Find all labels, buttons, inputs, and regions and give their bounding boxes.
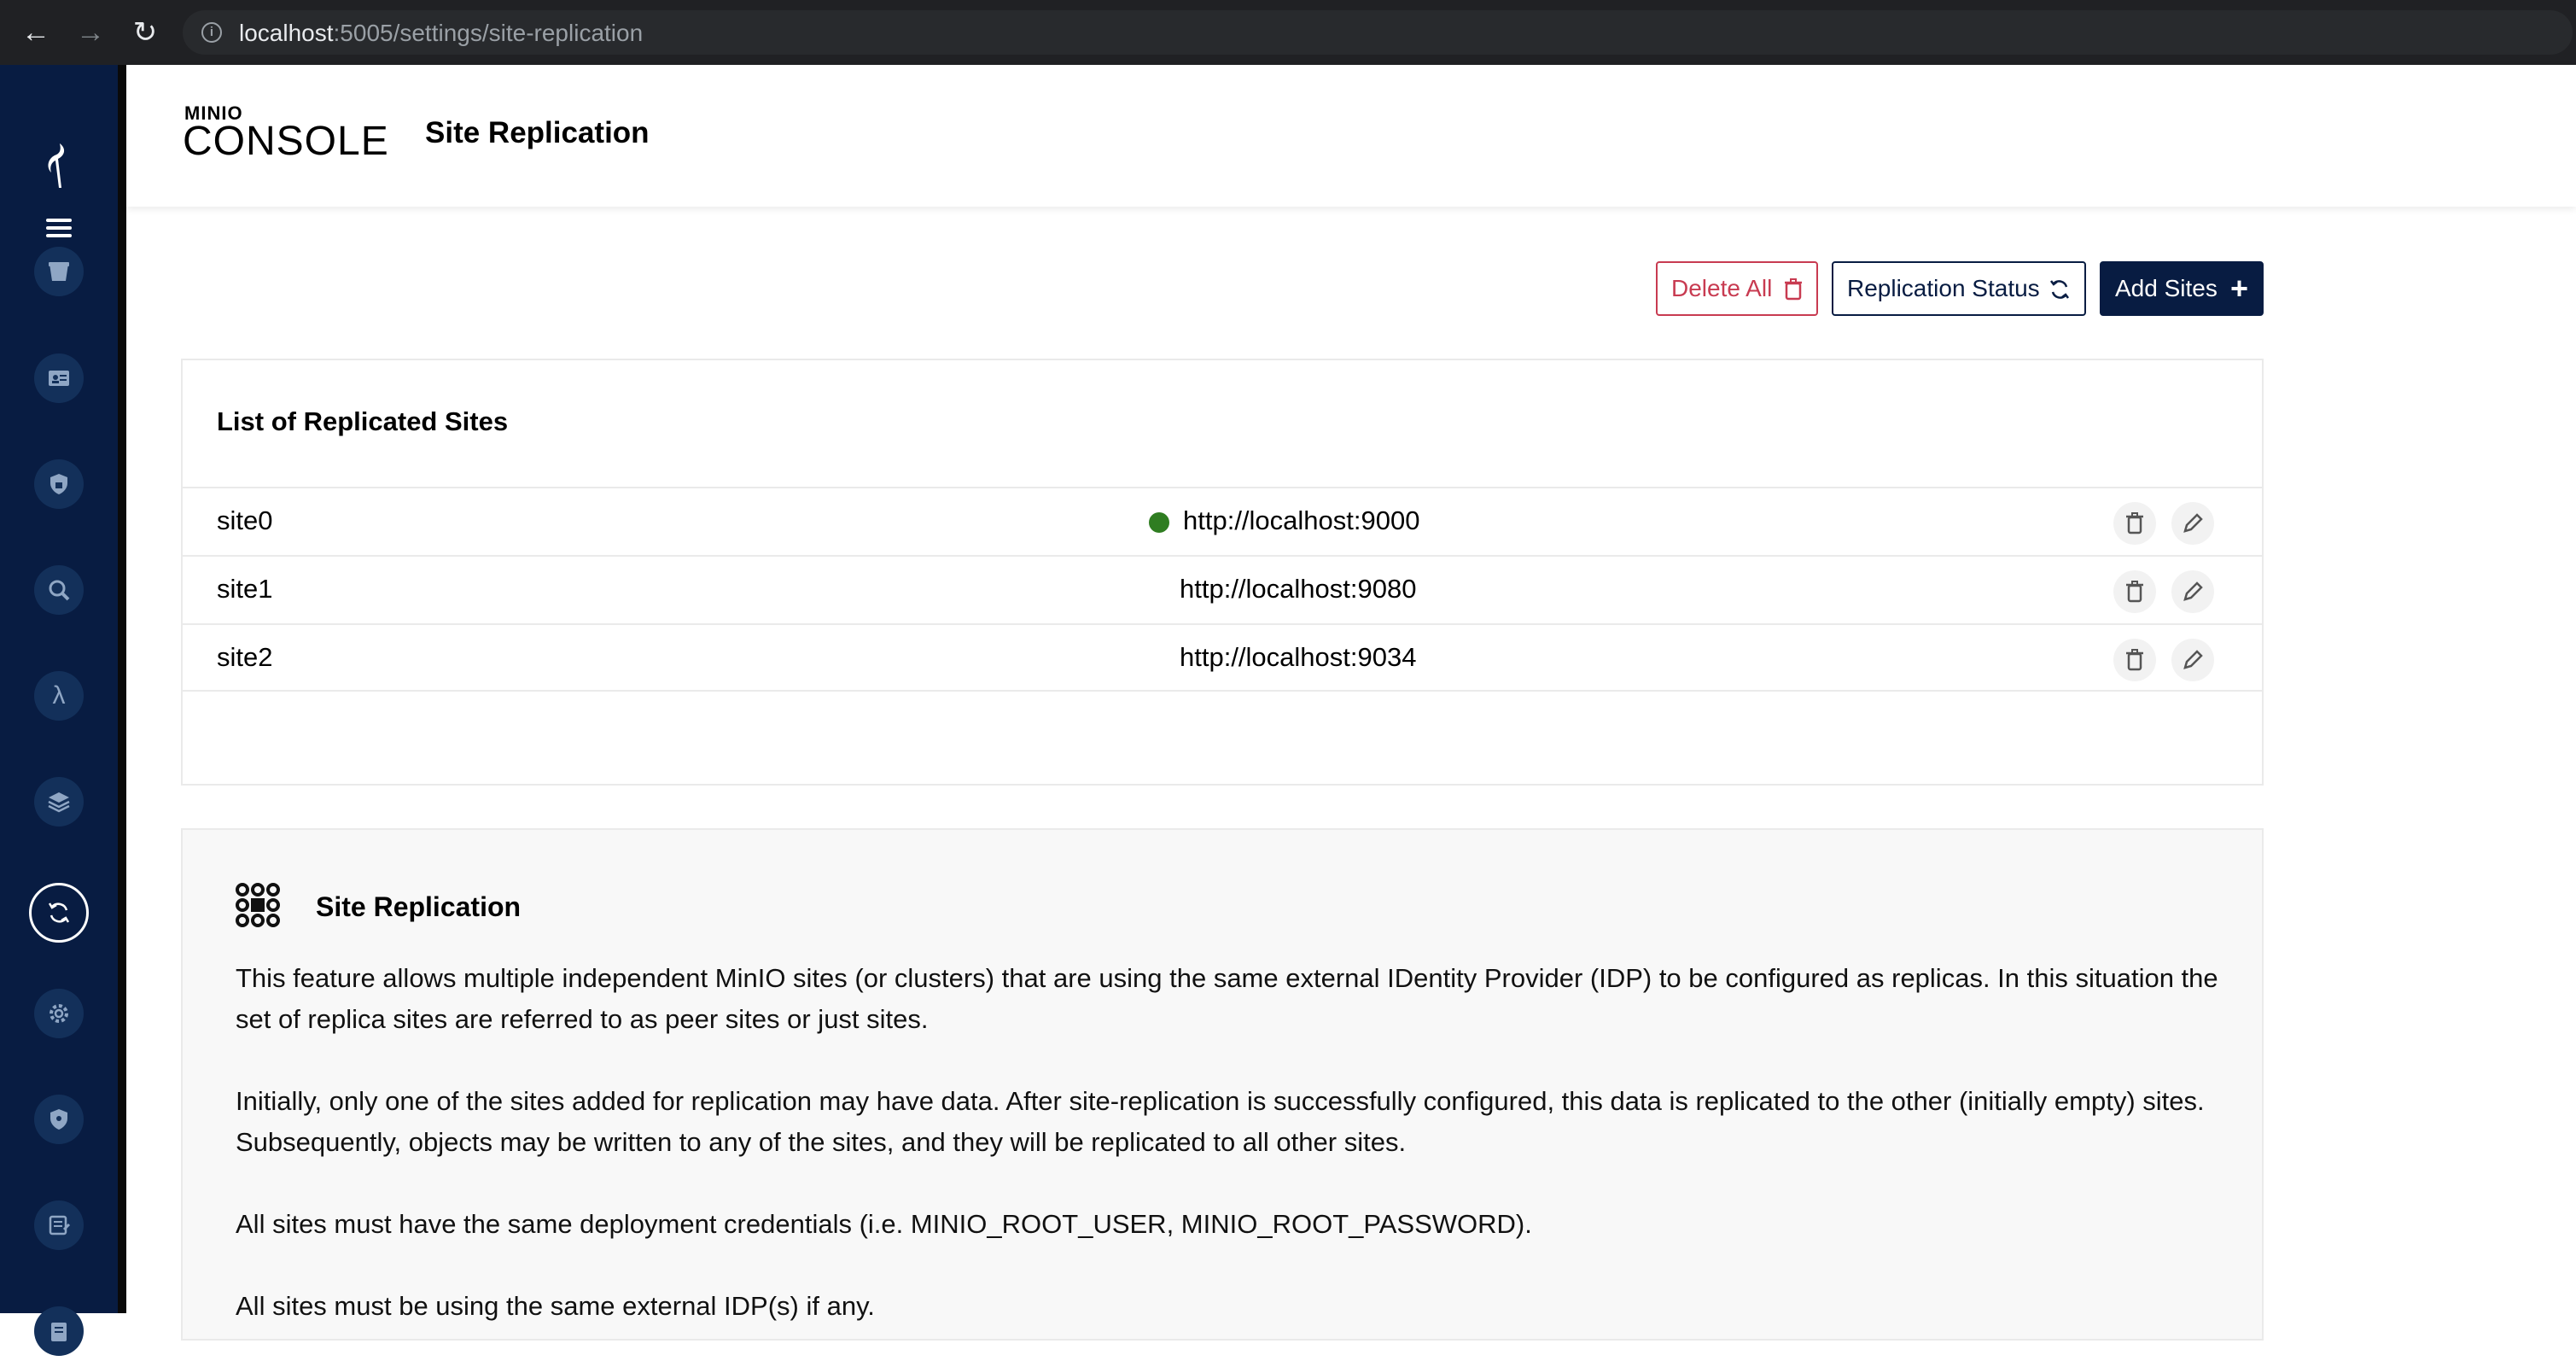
trash-icon: [2126, 581, 2143, 603]
site-endpoint: http://localhost:9000: [1183, 505, 1420, 535]
replication-status-label: Replication Status: [1847, 275, 2040, 301]
help-title: Site Replication: [316, 891, 522, 922]
trash-icon: [2126, 512, 2143, 534]
delete-site-button[interactable]: [2113, 570, 2156, 613]
monitoring-icon[interactable]: [34, 565, 84, 615]
pencil-icon: [2183, 581, 2203, 601]
security-icon[interactable]: [34, 1095, 84, 1144]
replicated-sites-list: List of Replicated Sites site0 http://lo…: [181, 359, 2264, 786]
help-paragraph: This feature allows multiple independent…: [236, 963, 2218, 1034]
page-title: Site Replication: [425, 116, 650, 149]
delete-all-label: Delete All: [1671, 275, 1773, 301]
trash-icon: [1784, 263, 1803, 318]
edit-site-button[interactable]: [2171, 502, 2214, 545]
menu-toggle-icon[interactable]: [46, 219, 72, 239]
trash-icon: [2126, 649, 2143, 671]
edit-site-button[interactable]: [2171, 570, 2214, 613]
add-sites-button[interactable]: Add Sites +: [2100, 261, 2264, 316]
refresh-icon: [2049, 263, 2071, 318]
delete-all-button[interactable]: Delete All: [1656, 261, 1818, 316]
edit-site-button[interactable]: [2171, 639, 2214, 681]
table-row[interactable]: site2 http://localhost:9034: [183, 623, 2262, 692]
table-row[interactable]: site0 http://localhost:9000: [183, 487, 2262, 555]
settings-icon[interactable]: [34, 989, 84, 1038]
back-arrow-icon[interactable]: ←: [19, 15, 53, 50]
delete-site-button[interactable]: [2113, 639, 2156, 681]
replication-logo-icon: [236, 883, 280, 927]
page-header: MINIO CONSOLE Site Replication: [126, 65, 2576, 207]
brand-logo: CONSOLE: [183, 119, 389, 164]
tiers-icon[interactable]: [34, 777, 84, 827]
pencil-icon: [2183, 650, 2203, 669]
sidebar-border: [118, 65, 126, 1313]
site-name: site2: [217, 642, 273, 672]
address-bar[interactable]: i localhost:5005/settings/site-replicati…: [183, 10, 2573, 55]
add-sites-label: Add Sites: [2115, 275, 2218, 301]
info-icon[interactable]: i: [201, 22, 222, 43]
identity-icon[interactable]: [34, 353, 84, 403]
bucket-icon[interactable]: [34, 247, 84, 296]
replication-status-button[interactable]: Replication Status: [1832, 261, 2086, 316]
table-row[interactable]: site1 http://localhost:9080: [183, 555, 2262, 623]
help-paragraph: All sites must be using the same externa…: [236, 1291, 875, 1321]
browser-toolbar: ← → ↻ i localhost:5005/settings/site-rep…: [0, 0, 2576, 65]
url-text[interactable]: localhost:5005/settings/site-replication: [239, 20, 643, 47]
forward-arrow-icon[interactable]: →: [73, 15, 108, 50]
site-name: site1: [217, 574, 273, 604]
site-endpoint: http://localhost:9080: [1180, 574, 1417, 604]
help-panel: Site Replication This feature allows mul…: [181, 828, 2264, 1341]
site-name: site0: [217, 505, 273, 535]
policy-icon[interactable]: [34, 459, 84, 509]
pencil-icon: [2183, 513, 2203, 533]
list-title: List of Replicated Sites: [217, 406, 509, 436]
documentation-icon[interactable]: [34, 1306, 84, 1356]
lambda-icon[interactable]: λ: [34, 671, 84, 721]
site-endpoint: http://localhost:9034: [1180, 642, 1417, 672]
site-replication-icon[interactable]: [29, 883, 89, 943]
logs-icon[interactable]: [34, 1200, 84, 1250]
help-paragraph: Initially, only one of the sites added f…: [236, 1086, 2205, 1157]
sidebar: λ: [0, 65, 118, 1356]
reload-icon[interactable]: ↻: [128, 15, 162, 50]
minio-logo-icon[interactable]: [43, 142, 75, 190]
plus-icon: +: [2229, 271, 2248, 306]
help-paragraph: All sites must have the same deployment …: [236, 1209, 1532, 1239]
online-status-dot: [1149, 512, 1169, 533]
delete-site-button[interactable]: [2113, 502, 2156, 545]
